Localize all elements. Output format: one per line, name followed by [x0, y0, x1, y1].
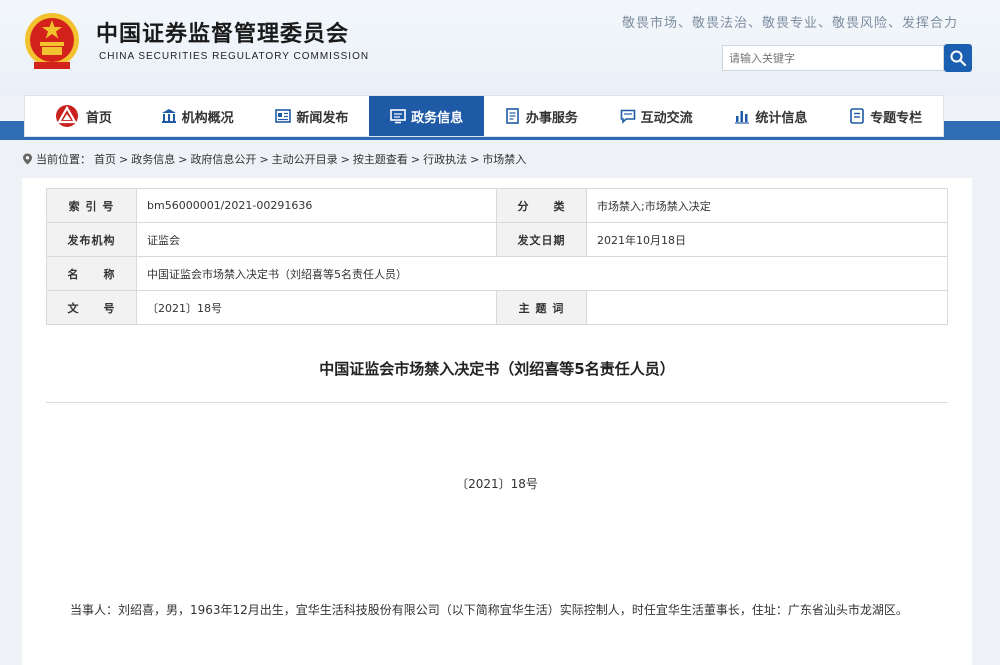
issuer-value: 证监会 — [136, 222, 497, 257]
nav-label-topics: 专题专栏 — [870, 110, 923, 126]
monitor-icon — [390, 109, 406, 124]
nav-label-statistics: 统计信息 — [755, 110, 808, 126]
breadcrumb-prefix: 当前位置： — [36, 153, 91, 166]
breadcrumb-directory[interactable]: 主动公开目录 — [272, 151, 338, 167]
nav-item-interaction[interactable]: 互动交流 — [599, 96, 714, 136]
breadcrumb-home[interactable]: 首页 — [94, 151, 116, 167]
index-label: 索 引 号 — [46, 188, 137, 223]
search-input[interactable] — [722, 45, 944, 71]
news-icon — [275, 109, 292, 123]
list-icon — [850, 108, 864, 124]
breadcrumb-public-info[interactable]: 政府信息公开 — [190, 151, 256, 167]
nav-item-topics[interactable]: 专题专栏 — [828, 96, 943, 136]
document-paragraph: 当事人：刘绍喜，男，1963年12月出生，宜华生活科技股份有限公司（以下简称宜华… — [70, 603, 908, 617]
nav-label-home: 首页 — [85, 110, 112, 126]
keyword-label: 主 题 词 — [496, 290, 587, 325]
document-title: 中国证监会市场禁入决定书（刘绍喜等5名责任人员） — [319, 360, 675, 378]
nav-item-about[interactable]: 机构概况 — [140, 96, 255, 136]
document-icon — [506, 108, 519, 124]
nav-item-news[interactable]: 新闻发布 — [255, 96, 370, 136]
metadata-table: 索 引 号 bm56000001/2021-00291636 分 类 市场禁入;… — [46, 188, 948, 325]
issuer-label: 发布机构 — [46, 222, 137, 257]
bar-chart-icon — [735, 111, 750, 124]
location-pin-icon — [23, 153, 32, 165]
breadcrumb-separator: > — [119, 152, 129, 166]
name-label: 名 称 — [46, 256, 137, 291]
main-nav: 首页 机构概况 新闻发布 政务信息 办事服务 互动交流 统计信息 专题专栏 — [24, 95, 944, 137]
slogan: 敬畏市场、敬畏法治、敬畏专业、敬畏风险、发挥合力 — [621, 16, 958, 31]
docno-value: 〔2021〕18号 — [136, 290, 497, 325]
metadata-row: 发布机构 证监会 发文日期 2021年10月18日 — [46, 222, 948, 257]
nav-item-statistics[interactable]: 统计信息 — [714, 96, 829, 136]
nav-label-news: 新闻发布 — [296, 110, 349, 126]
content-panel: 索 引 号 bm56000001/2021-00291636 分 类 市场禁入;… — [22, 178, 972, 665]
building-icon — [161, 109, 176, 123]
site-header: 中国证券监督管理委员会 CHINA SECURITIES REGULATORY … — [0, 0, 1000, 96]
search-icon — [950, 50, 967, 67]
breadcrumb-enforcement[interactable]: 行政执法 — [423, 151, 467, 167]
nav-label-about: 机构概况 — [181, 110, 234, 126]
org-name-cn: 中国证券监督管理委员会 — [96, 22, 350, 47]
keyword-value — [586, 290, 948, 325]
date-label: 发文日期 — [496, 222, 587, 257]
metadata-row: 名 称 中国证监会市场禁入决定书（刘绍喜等5名责任人员） — [46, 256, 948, 291]
breadcrumb-separator: > — [340, 152, 350, 166]
date-value: 2021年10月18日 — [586, 222, 948, 257]
index-value: bm56000001/2021-00291636 — [136, 188, 497, 223]
document-number: 〔2021〕18号 — [456, 477, 538, 491]
title-divider — [46, 402, 948, 403]
nav-item-home[interactable]: 首页 — [25, 96, 140, 136]
name-value: 中国证监会市场禁入决定书（刘绍喜等5名责任人员） — [136, 256, 948, 291]
metadata-row: 索 引 号 bm56000001/2021-00291636 分 类 市场禁入;… — [46, 188, 948, 223]
breadcrumb-separator: > — [259, 152, 269, 166]
breadcrumb-separator: > — [178, 152, 188, 166]
breadcrumb-by-topic[interactable]: 按主题查看 — [353, 151, 408, 167]
category-value: 市场禁入;市场禁入决定 — [586, 188, 948, 223]
nav-label-services: 办事服务 — [525, 110, 578, 126]
search-button[interactable] — [944, 44, 972, 72]
breadcrumb: 当前位置： 首页 > 政务信息 > 政府信息公开 > 主动公开目录 > 按主题查… — [22, 151, 526, 167]
breadcrumb-separator: > — [410, 152, 421, 166]
docno-label: 文 号 — [46, 290, 137, 325]
home-logo-icon — [55, 105, 78, 127]
metadata-row: 文 号 〔2021〕18号 主 题 词 — [46, 290, 948, 325]
breadcrumb-gov-info[interactable]: 政务信息 — [131, 151, 175, 167]
nav-label-interaction: 互动交流 — [640, 110, 693, 126]
national-emblem-icon — [25, 13, 79, 69]
org-name-en: CHINA SECURITIES REGULATORY COMMISSION — [99, 51, 370, 62]
nav-label-gov-info: 政务信息 — [411, 110, 464, 126]
chat-icon — [620, 109, 635, 124]
breadcrumb-separator: > — [470, 152, 480, 166]
breadcrumb-market-ban[interactable]: 市场禁入 — [482, 151, 526, 167]
category-label: 分 类 — [496, 188, 587, 223]
nav-item-services[interactable]: 办事服务 — [484, 96, 599, 136]
nav-item-gov-info[interactable]: 政务信息 — [369, 96, 484, 136]
